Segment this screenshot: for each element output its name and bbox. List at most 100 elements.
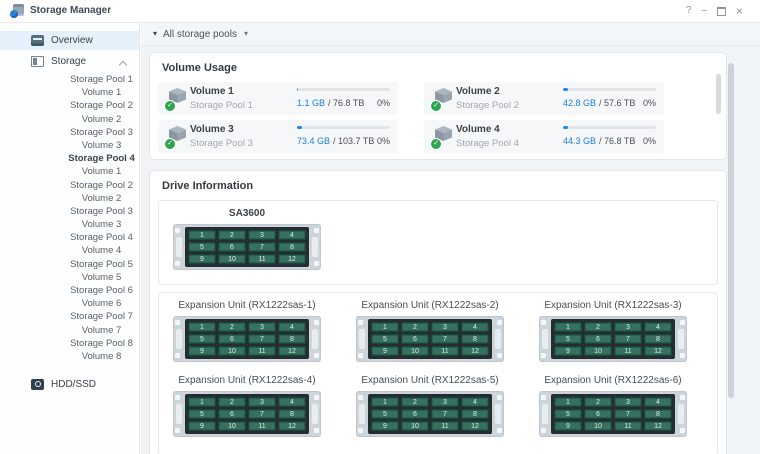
drive-bay[interactable]: 5 <box>554 409 582 419</box>
drive-bay[interactable]: 12 <box>461 421 489 431</box>
drive-bay[interactable]: 7 <box>431 409 459 419</box>
sidebar-item-storage[interactable]: Storage <box>0 52 139 71</box>
drive-bay[interactable]: 11 <box>248 254 276 264</box>
dropdown-caret-icon[interactable]: ▾ <box>244 30 248 38</box>
drive-bay[interactable]: 4 <box>461 397 489 407</box>
drive-bay[interactable]: 10 <box>584 346 612 356</box>
panel-scrollbar-thumb[interactable] <box>716 74 721 114</box>
volume-card[interactable]: ✓ Volume 3 Storage Pool 3 73.4 GB/ 103.7… <box>158 120 398 153</box>
sidebar-item-volume[interactable]: Volume 2 <box>0 192 139 205</box>
sidebar-item-storage-pool[interactable]: Storage Pool 5 <box>0 258 139 271</box>
drive-bay[interactable]: 1 <box>188 397 216 407</box>
sidebar-item-volume[interactable]: Volume 3 <box>0 139 139 152</box>
drive-bay[interactable]: 12 <box>644 421 672 431</box>
drive-bay[interactable]: 7 <box>248 242 276 252</box>
sidebar-item-storage-pool[interactable]: Storage Pool 3 <box>0 126 139 139</box>
drive-bay[interactable]: 10 <box>218 421 246 431</box>
drive-bay[interactable]: 5 <box>371 409 399 419</box>
sidebar-item-storage-pool[interactable]: Storage Pool 2 <box>0 99 139 112</box>
drive-bay[interactable]: 11 <box>431 421 459 431</box>
drive-bay[interactable]: 9 <box>188 421 216 431</box>
sidebar-item-volume[interactable]: Volume 1 <box>0 86 139 99</box>
drive-bay[interactable]: 11 <box>431 346 459 356</box>
drive-bay[interactable]: 10 <box>401 346 429 356</box>
drive-bay[interactable]: 4 <box>644 397 672 407</box>
drive-bay[interactable]: 4 <box>278 322 306 332</box>
sidebar-item-hdd-ssd[interactable]: HDD/SSD <box>0 375 139 393</box>
drive-bay[interactable]: 3 <box>431 397 459 407</box>
drive-bay[interactable]: 3 <box>614 397 642 407</box>
drive-bay[interactable]: 10 <box>218 254 246 264</box>
drive-bay[interactable]: 7 <box>614 409 642 419</box>
drive-bay[interactable]: 10 <box>218 346 246 356</box>
drive-bay[interactable]: 2 <box>584 397 612 407</box>
sidebar-item-volume[interactable]: Volume 7 <box>0 324 139 337</box>
drive-bay[interactable]: 8 <box>278 409 306 419</box>
drive-bay[interactable]: 8 <box>461 334 489 344</box>
drive-bay[interactable]: 6 <box>218 409 246 419</box>
sidebar-item-volume[interactable]: Volume 1 <box>0 165 139 178</box>
minimize-icon[interactable]: – <box>701 6 707 16</box>
chevron-up-icon[interactable] <box>120 60 126 66</box>
drive-bay[interactable]: 2 <box>218 322 246 332</box>
drive-bay[interactable]: 11 <box>248 421 276 431</box>
drive-bay[interactable]: 1 <box>371 322 399 332</box>
drive-bay[interactable]: 1 <box>188 230 216 240</box>
drive-bay[interactable]: 8 <box>644 334 672 344</box>
volume-card[interactable]: ✓ Volume 1 Storage Pool 1 1.1 GB/ 76.8 T… <box>158 82 398 115</box>
sidebar-item-storage-pool[interactable]: Storage Pool 4 <box>0 231 139 244</box>
drive-bay[interactable]: 5 <box>371 334 399 344</box>
drive-bay[interactable]: 9 <box>554 346 582 356</box>
drive-bay[interactable]: 3 <box>431 322 459 332</box>
sidebar-item-volume[interactable]: Volume 2 <box>0 113 139 126</box>
drive-bay[interactable]: 3 <box>248 397 276 407</box>
drive-bay[interactable]: 6 <box>218 334 246 344</box>
maximize-icon[interactable] <box>717 7 726 16</box>
drive-bay[interactable]: 2 <box>401 397 429 407</box>
close-icon[interactable]: × <box>736 6 743 16</box>
drive-bay[interactable]: 7 <box>431 334 459 344</box>
drive-bay[interactable]: 6 <box>401 334 429 344</box>
drive-bay[interactable]: 9 <box>188 254 216 264</box>
sidebar-item-volume[interactable]: Volume 4 <box>0 244 139 257</box>
drive-bay[interactable]: 5 <box>188 409 216 419</box>
scope-selector[interactable]: ▾ All storage pools ▾ <box>141 23 760 46</box>
sidebar-item-storage-pool[interactable]: Storage Pool 8 <box>0 337 139 350</box>
sidebar-item-volume[interactable]: Volume 8 <box>0 350 139 363</box>
drive-bay[interactable]: 7 <box>248 409 276 419</box>
collapse-caret-icon[interactable]: ▾ <box>153 30 157 38</box>
sidebar-item-storage-pool[interactable]: Storage Pool 1 <box>0 73 139 86</box>
drive-bay[interactable]: 2 <box>401 322 429 332</box>
drive-bay[interactable]: 8 <box>278 334 306 344</box>
drive-bay[interactable]: 9 <box>371 346 399 356</box>
drive-bay[interactable]: 3 <box>248 322 276 332</box>
drive-bay[interactable]: 6 <box>584 409 612 419</box>
sidebar-item-storage-pool[interactable]: Storage Pool 4 <box>0 152 139 165</box>
drive-bay[interactable]: 1 <box>188 322 216 332</box>
drive-bay[interactable]: 12 <box>278 421 306 431</box>
drive-bay[interactable]: 8 <box>278 242 306 252</box>
drive-bay[interactable]: 4 <box>461 322 489 332</box>
drive-bay[interactable]: 9 <box>554 421 582 431</box>
drive-bay[interactable]: 2 <box>584 322 612 332</box>
sidebar-item-storage-pool[interactable]: Storage Pool 6 <box>0 284 139 297</box>
drive-bay[interactable]: 4 <box>278 230 306 240</box>
drive-bay[interactable]: 1 <box>371 397 399 407</box>
drive-bay[interactable]: 4 <box>644 322 672 332</box>
sidebar-item-storage-pool[interactable]: Storage Pool 7 <box>0 310 139 323</box>
volume-card[interactable]: ✓ Volume 2 Storage Pool 2 42.8 GB/ 57.6 … <box>424 82 664 115</box>
drive-bay[interactable]: 12 <box>278 254 306 264</box>
drive-bay[interactable]: 9 <box>371 421 399 431</box>
drive-bay[interactable]: 12 <box>278 346 306 356</box>
drive-bay[interactable]: 7 <box>248 334 276 344</box>
drive-bay[interactable]: 5 <box>188 242 216 252</box>
sidebar-item-storage-pool[interactable]: Storage Pool 2 <box>0 179 139 192</box>
sidebar-item-overview[interactable]: Overview <box>0 31 139 50</box>
sidebar-item-volume[interactable]: Volume 6 <box>0 297 139 310</box>
drive-bay[interactable]: 10 <box>401 421 429 431</box>
drive-bay[interactable]: 2 <box>218 230 246 240</box>
help-icon[interactable]: ? <box>686 6 692 16</box>
drive-bay[interactable]: 4 <box>278 397 306 407</box>
drive-bay[interactable]: 12 <box>461 346 489 356</box>
drive-bay[interactable]: 3 <box>248 230 276 240</box>
